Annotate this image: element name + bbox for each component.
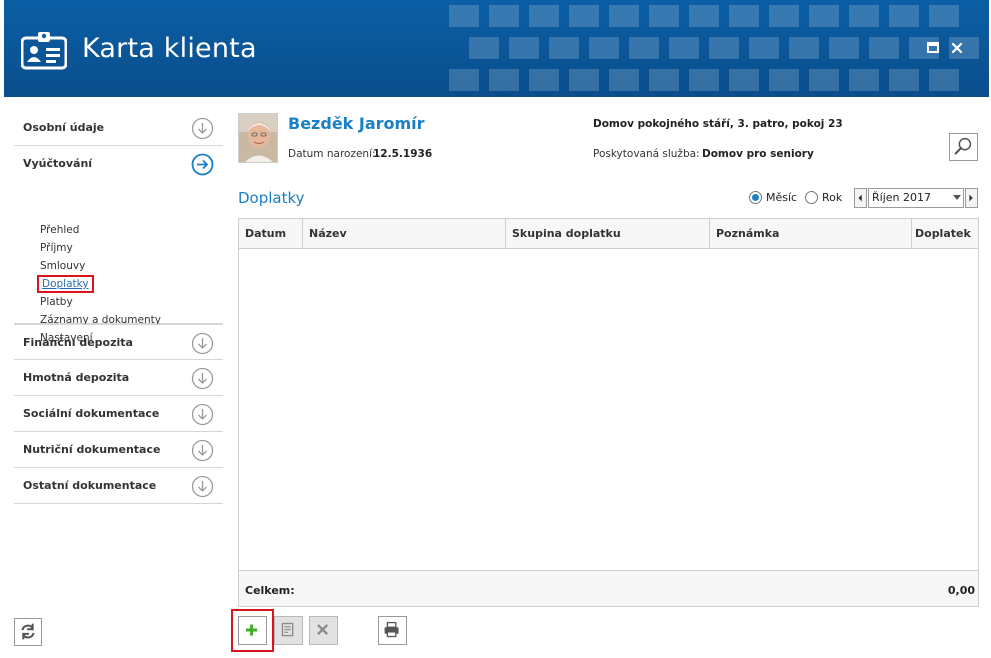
section-label: Sociální dokumentace: [23, 407, 160, 420]
sidebar-item-prijmy[interactable]: Příjmy: [40, 242, 73, 254]
expand-down-icon[interactable]: [191, 403, 214, 426]
section-label: Ostatní dokumentace: [23, 479, 157, 492]
client-location: Domov pokojného stáří, 3. patro, pokoj 2…: [593, 118, 843, 130]
client-name: Bezděk Jaromír: [288, 114, 425, 133]
plus-icon: [245, 624, 258, 636]
expand-down-icon[interactable]: [191, 367, 214, 390]
chevron-right-icon: [969, 194, 973, 202]
search-button[interactable]: [949, 133, 978, 161]
expand-down-icon[interactable]: [191, 475, 214, 498]
delete-x-icon: [317, 624, 329, 636]
birth-date-value: 12.5.1936: [373, 148, 433, 160]
next-month-button[interactable]: [965, 188, 978, 208]
sidebar-section-socialni-dokumentace[interactable]: Sociální dokumentace: [14, 396, 223, 432]
section-label: Vyúčtování: [23, 157, 93, 170]
window-header: Karta klienta: [4, 0, 989, 97]
edit-button[interactable]: [274, 616, 303, 645]
expand-down-icon[interactable]: [191, 332, 214, 355]
prev-month-button[interactable]: [854, 188, 867, 208]
id-card-icon: [21, 32, 67, 70]
chevron-left-icon: [858, 194, 862, 202]
period-radio-month[interactable]: Měsíc: [749, 191, 797, 204]
sidebar-section-financni-depozita[interactable]: Finanční depozita: [14, 324, 223, 360]
expand-down-icon[interactable]: [191, 439, 214, 462]
sidebar-item-doplatky[interactable]: Doplatky: [37, 275, 94, 293]
sidebar-section-vyuctovani[interactable]: Vyúčtování Přehled Příjmy Smlouvy Doplat…: [14, 146, 223, 344]
sidebar-lower: Finanční depozita Hmotná depozita Sociál…: [14, 324, 223, 504]
total-label: Celkem:: [245, 584, 295, 597]
column-nazev[interactable]: Název: [303, 219, 506, 249]
service-value: Domov pro seniory: [702, 148, 814, 160]
table-header: Datum Název Skupina doplatku Poznámka Do…: [239, 219, 978, 249]
section-label: Osobní údaje: [23, 121, 105, 134]
month-picker: Říjen 2017: [854, 188, 979, 208]
printer-icon: [384, 621, 399, 638]
period-option-label: Rok: [822, 191, 843, 204]
refresh-button[interactable]: [14, 618, 42, 646]
sidebar-section-nutricni-dokumentace[interactable]: Nutriční dokumentace: [14, 432, 223, 468]
sidebar-item-smlouvy[interactable]: Smlouvy: [40, 260, 85, 272]
radio-indicator: [805, 191, 818, 204]
doplatky-table: Datum Název Skupina doplatku Poznámka Do…: [238, 218, 979, 607]
close-icon[interactable]: [949, 40, 965, 56]
sidebar-item-platby[interactable]: Platby: [40, 296, 73, 308]
header-pattern: [449, 5, 979, 91]
section-label: Finanční depozita: [23, 336, 133, 349]
edit-document-icon: [281, 622, 294, 637]
month-select[interactable]: Říjen 2017: [868, 188, 964, 208]
section-label: Nutriční dokumentace: [23, 443, 161, 456]
refresh-icon: [21, 623, 35, 640]
client-photo: [238, 113, 278, 163]
radio-selected-indicator: [749, 191, 762, 204]
maximize-icon[interactable]: [925, 40, 941, 56]
add-button[interactable]: [238, 616, 267, 645]
column-skupina[interactable]: Skupina doplatku: [506, 219, 710, 249]
expand-down-icon[interactable]: [191, 117, 214, 140]
sidebar-section-osobni-udaje[interactable]: Osobní údaje: [14, 110, 223, 146]
sidebar-section-hmotna-depozita[interactable]: Hmotná depozita: [14, 360, 223, 396]
birth-date-label: Datum narození:: [288, 148, 376, 160]
total-value: 0,00: [947, 584, 975, 597]
section-label: Hmotná depozita: [23, 371, 130, 384]
search-icon: [954, 137, 972, 155]
period-radio-year[interactable]: Rok: [805, 191, 842, 204]
window-title: Karta klienta: [82, 33, 257, 64]
print-button[interactable]: [378, 616, 407, 645]
service-label: Poskytovaná služba:: [593, 148, 700, 160]
dropdown-arrow-icon: [953, 195, 961, 200]
section-title: Doplatky: [238, 189, 305, 207]
column-poznamka[interactable]: Poznámka: [710, 219, 912, 249]
month-value: Říjen 2017: [872, 191, 931, 204]
expanded-arrow-icon[interactable]: [191, 153, 214, 176]
sidebar-section-ostatni-dokumentace[interactable]: Ostatní dokumentace: [14, 468, 223, 504]
client-card-window: Karta klienta Osobní údaje Vyúčtování Př…: [0, 0, 991, 658]
delete-button[interactable]: [309, 616, 338, 645]
sidebar-item-prehled[interactable]: Přehled: [40, 224, 79, 236]
period-option-label: Měsíc: [766, 191, 798, 204]
sidebar: Osobní údaje Vyúčtování Přehled Příjmy S…: [14, 110, 223, 344]
column-doplatek[interactable]: Doplatek: [912, 219, 978, 249]
client-photo-image: [239, 114, 277, 162]
column-datum[interactable]: Datum: [239, 219, 303, 249]
table-footer: Celkem: 0,00: [239, 570, 978, 606]
